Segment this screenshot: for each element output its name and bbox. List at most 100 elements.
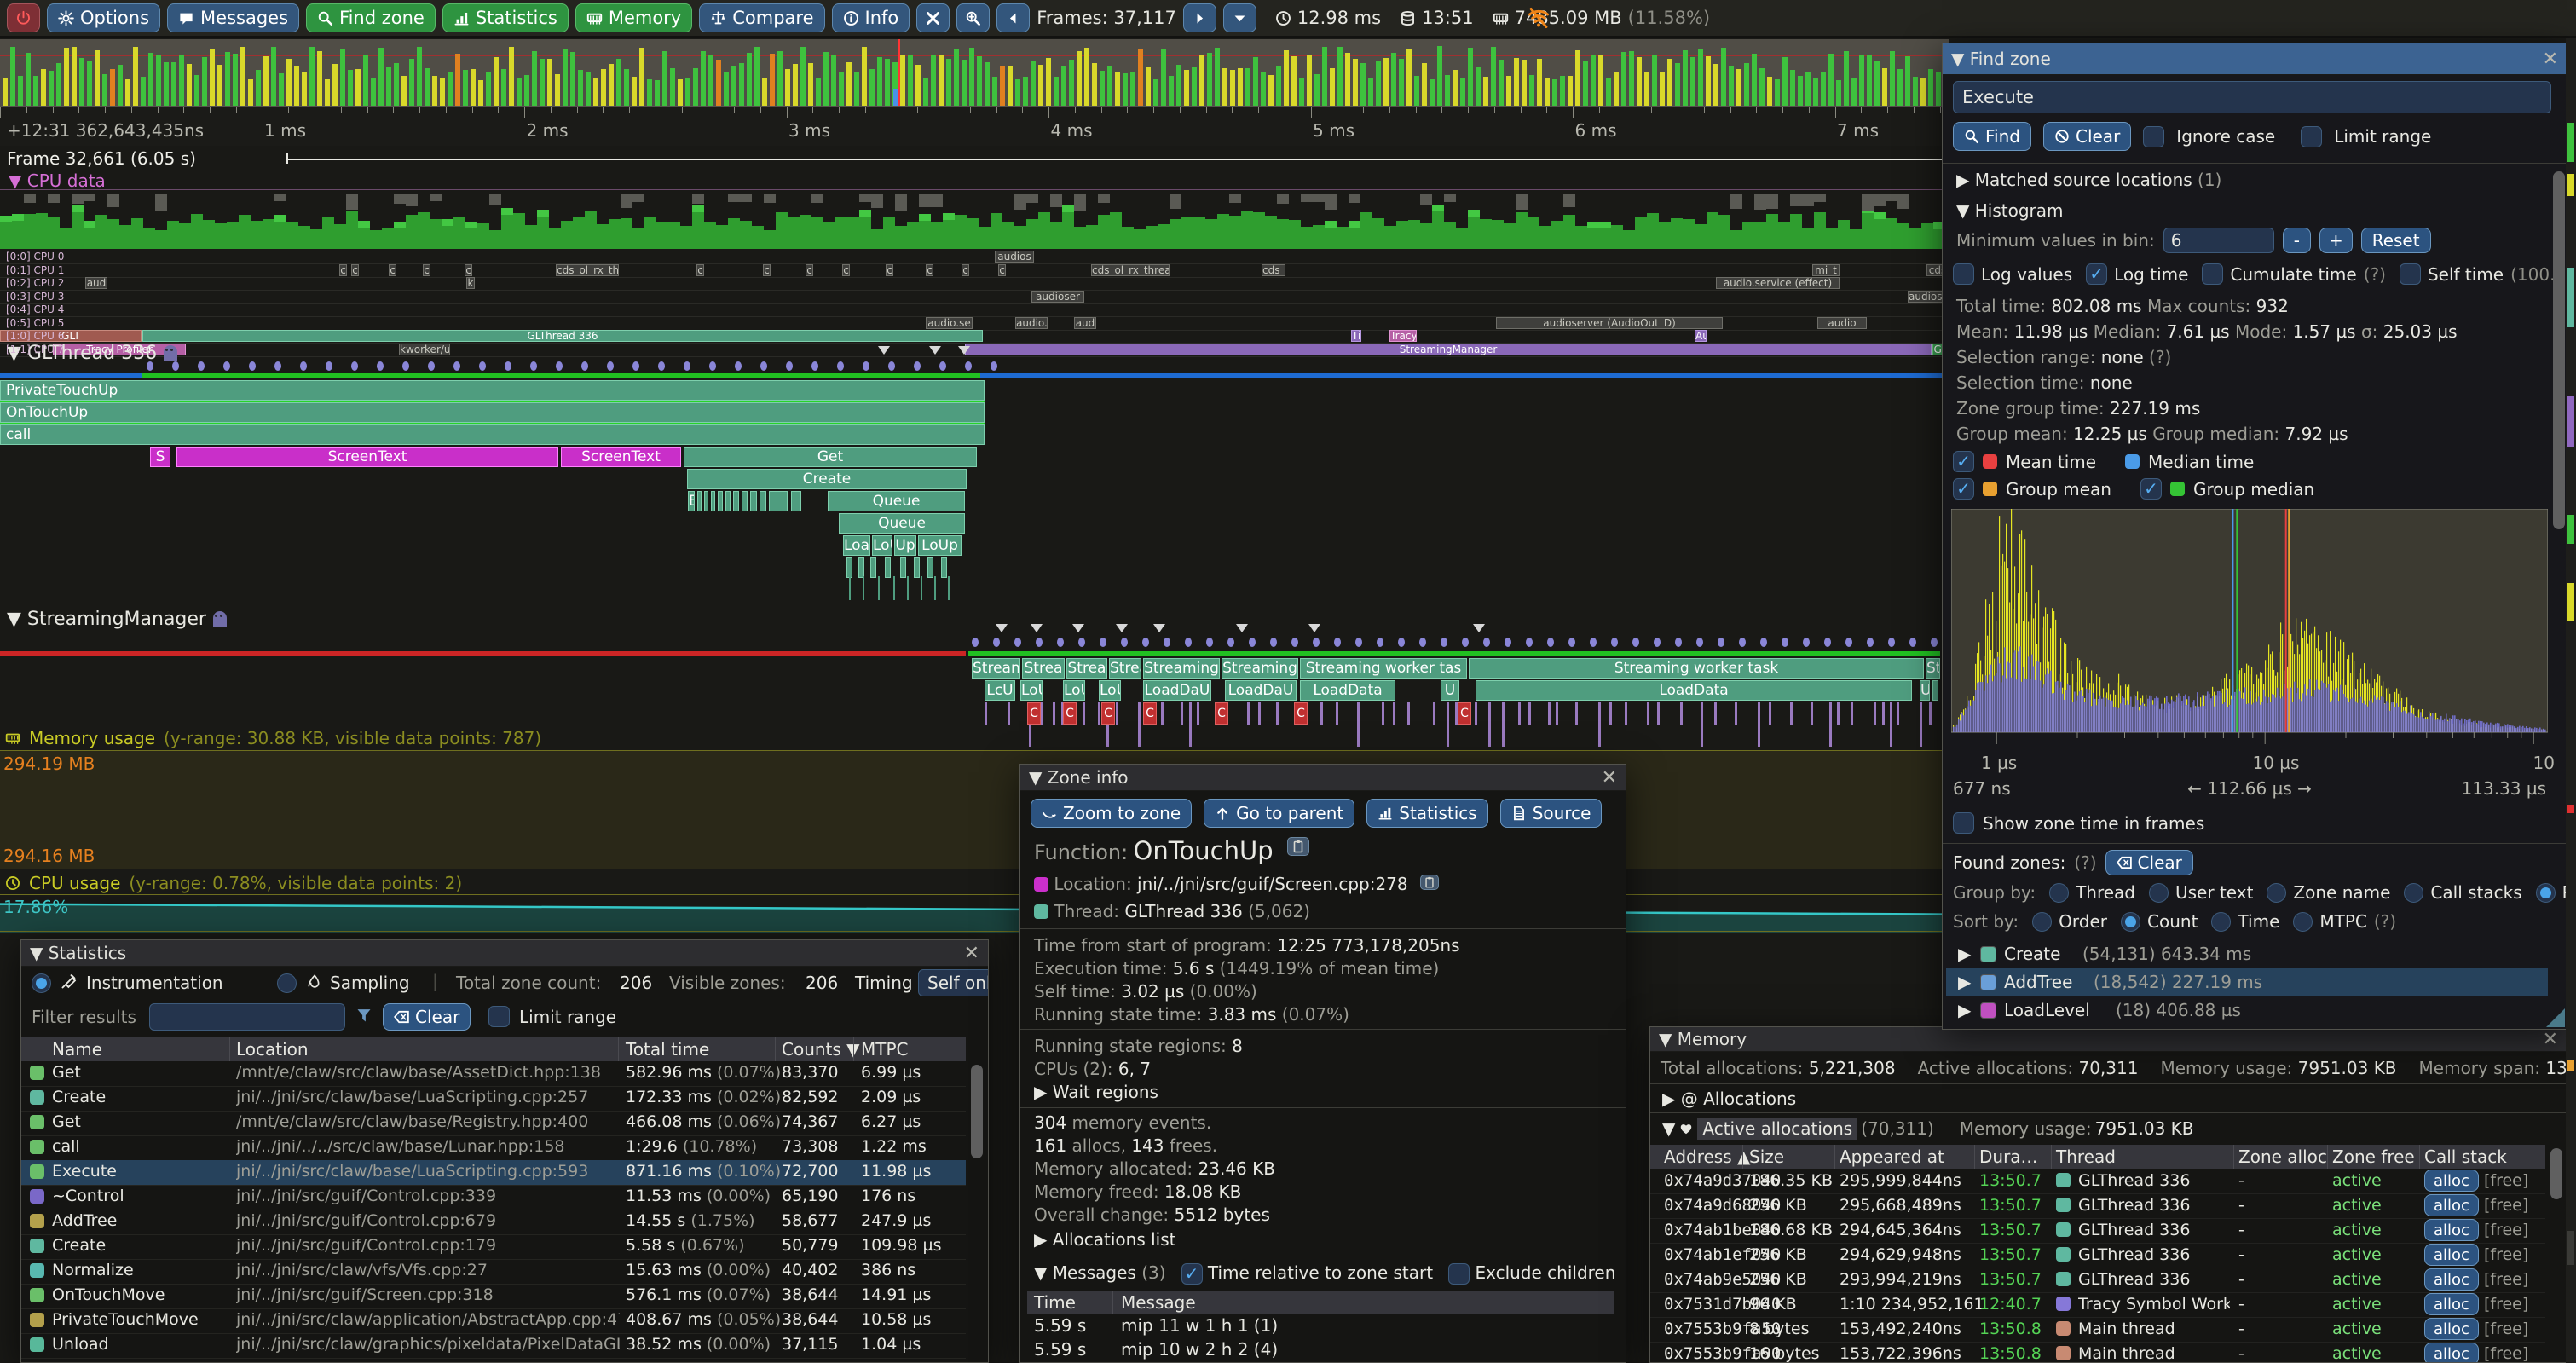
sample-dot[interactable] (1291, 638, 1298, 647)
sample-dot[interactable] (837, 361, 844, 371)
sample-dot[interactable] (632, 361, 639, 371)
compare-button[interactable]: Compare (699, 3, 824, 32)
statistics-button[interactable]: Statistics (1366, 799, 1487, 828)
found-zone-row[interactable]: ▶(9) 225.73 µs (1946, 1025, 2548, 1030)
find-zone-button[interactable]: Find zone (306, 3, 436, 32)
log-time-checkbox[interactable]: ✓ (2086, 263, 2107, 285)
sample-dot[interactable] (786, 361, 793, 371)
timeline-zone[interactable]: Create (687, 469, 967, 489)
found-zone-row[interactable]: ▶LoadLevel(18) 406.88 µs (1946, 996, 2548, 1024)
cpu-zone[interactable]: GLThread 336 (142, 330, 983, 342)
statistics-titlebar[interactable]: ▼ Statistics✕ (21, 940, 988, 967)
sample-dot[interactable] (1696, 638, 1703, 647)
sample-dot[interactable] (1441, 638, 1447, 647)
table-row[interactable]: 0x7531d7b04096 KB1:10 234,952,16112:40.7… (1650, 1292, 2545, 1318)
timeline-zone[interactable]: U (1920, 680, 1930, 701)
cpu-zone[interactable]: audios (995, 251, 1034, 263)
cpu-zone[interactable]: c (339, 264, 347, 276)
timeline-zone[interactable]: Streaming worker task (1469, 658, 1924, 679)
sample-dot[interactable] (1931, 638, 1938, 647)
info-button[interactable]: Info (832, 3, 910, 32)
table-row[interactable]: OnTouchMovejni/../jni/src/guif/Screen.cp… (21, 1284, 966, 1309)
active-allocations-row[interactable]: ▼ Active allocations (70,311)Memory usag… (1662, 1118, 2194, 1140)
sample-dot[interactable] (1547, 638, 1554, 647)
sort-by-row-option-radio[interactable] (2293, 912, 2313, 932)
column-header[interactable]: Call stack (2424, 1146, 2507, 1167)
sample-dot[interactable] (1313, 638, 1320, 647)
timeline-zone[interactable]: St (1926, 658, 1940, 679)
sample-dot[interactable] (147, 361, 153, 371)
sample-dot[interactable] (1462, 638, 1469, 647)
alloc-callstack-button[interactable]: alloc (2424, 1219, 2479, 1241)
group-by-row-option-radio[interactable] (2404, 883, 2423, 903)
zone-info-titlebar[interactable]: ▼ Zone info✕ (1020, 765, 1626, 791)
sample-dot[interactable] (607, 361, 614, 371)
timeline-zone[interactable] (858, 557, 864, 578)
timeline-zone[interactable] (941, 557, 947, 578)
cpu-zone[interactable]: aud (85, 277, 107, 289)
sample-dot[interactable] (1718, 638, 1724, 647)
frames-overview-strip[interactable] (0, 39, 1949, 106)
sample-dot[interactable] (326, 361, 332, 371)
timeline-zone[interactable]: LcU (985, 680, 1015, 701)
sample-dot[interactable] (1206, 638, 1213, 647)
goto-frame-button[interactable] (956, 3, 990, 32)
sample-dot[interactable] (1505, 638, 1511, 647)
sample-dot[interactable] (1526, 638, 1533, 647)
cpu-zone[interactable]: c (389, 264, 396, 276)
column-header[interactable]: Counts ▼ (782, 1039, 860, 1060)
cpu-row[interactable]: [0:4] CPU 4 (0, 303, 1949, 317)
close-icon[interactable]: ✕ (2543, 1029, 2558, 1050)
table-row[interactable]: Createjni/../jni/src/guif/Control.cpp:17… (21, 1234, 966, 1260)
cpu-zone[interactable]: c (806, 264, 813, 276)
memory-plot-header[interactable]: Memory usage(y-range: 30.88 KB, visible … (5, 728, 541, 748)
sample-dot[interactable] (1419, 638, 1426, 647)
timeline-zone[interactable] (914, 557, 920, 578)
timeline-zone[interactable]: S (150, 447, 170, 467)
sample-dot[interactable] (530, 361, 537, 371)
memory-titlebar[interactable]: ▼ Memory✕ (1650, 1027, 2567, 1052)
timeline-zone[interactable] (760, 491, 766, 511)
timeline-zone[interactable] (885, 557, 891, 578)
timeline-zone[interactable] (704, 491, 708, 511)
filter-input[interactable] (149, 1003, 345, 1031)
column-header[interactable]: Total time (626, 1039, 709, 1060)
bin-plus-button[interactable]: + (2319, 228, 2353, 253)
wait-regions-expander[interactable]: ▶ Wait regions (1034, 1082, 1158, 1102)
sample-dot[interactable] (402, 361, 409, 371)
message-marker-icon[interactable] (878, 346, 890, 355)
timeline-zone[interactable]: LoU (872, 535, 892, 556)
sample-dot[interactable] (479, 361, 486, 371)
matched-locations-expander[interactable]: ▶ Matched source locations (1) (1956, 170, 2221, 190)
timeline-zone[interactable]: Streaming (1222, 658, 1298, 679)
message-marker-icon[interactable] (1236, 624, 1248, 632)
group-by-row-option-radio[interactable] (2267, 883, 2286, 903)
sample-dot[interactable] (1483, 638, 1490, 647)
column-header[interactable]: Location (236, 1039, 309, 1060)
column-header[interactable]: Time (1034, 1292, 1076, 1313)
cpu-row[interactable]: audioseraudioser[0:3] CPU 3 (0, 291, 1949, 304)
filter-clear-button[interactable]: Clear (383, 1003, 471, 1031)
cpu-zone[interactable]: k (466, 277, 475, 289)
column-header[interactable]: Appeared at (1840, 1146, 1944, 1167)
alloc-callstack-button[interactable]: alloc (2424, 1244, 2479, 1266)
table-row[interactable]: Get/mnt/e/claw/src/claw/base/Registry.hp… (21, 1111, 966, 1136)
memory-table-body[interactable]: 0x74a9d37040186.35 KB295,999,844ns13:50.… (1650, 1169, 2545, 1363)
sample-dot[interactable] (709, 361, 716, 371)
cpu-zone[interactable]: audio. (1015, 317, 1048, 329)
table-row[interactable]: OnRedrawjni/../jni/src/claw/application/… (21, 1358, 966, 1363)
table-row[interactable]: Executejni/../jni/src/claw/base/LuaScrip… (21, 1160, 966, 1186)
timeline-zone[interactable] (769, 491, 788, 511)
statistics-button[interactable]: Statistics (442, 3, 569, 32)
cumulate-time-checkbox[interactable] (2202, 263, 2223, 285)
zoom-to-zone-button[interactable]: Zoom to zone (1031, 799, 1192, 828)
sample-dot[interactable] (1185, 638, 1192, 647)
cpu-zone[interactable]: c (886, 264, 893, 276)
timeline-zone[interactable] (900, 557, 906, 578)
show-zone-time-checkbox[interactable] (1953, 812, 1974, 834)
timeline-zone[interactable]: Streaming (1143, 658, 1220, 679)
cpu-row[interactable]: audio.seaudio.audaudioserver (AudioOut_D… (0, 317, 1949, 331)
group-by-row-option-radio[interactable] (2149, 883, 2169, 903)
alloc-callstack-button[interactable]: alloc (2424, 1343, 2479, 1363)
options-button[interactable]: Options (47, 3, 160, 32)
